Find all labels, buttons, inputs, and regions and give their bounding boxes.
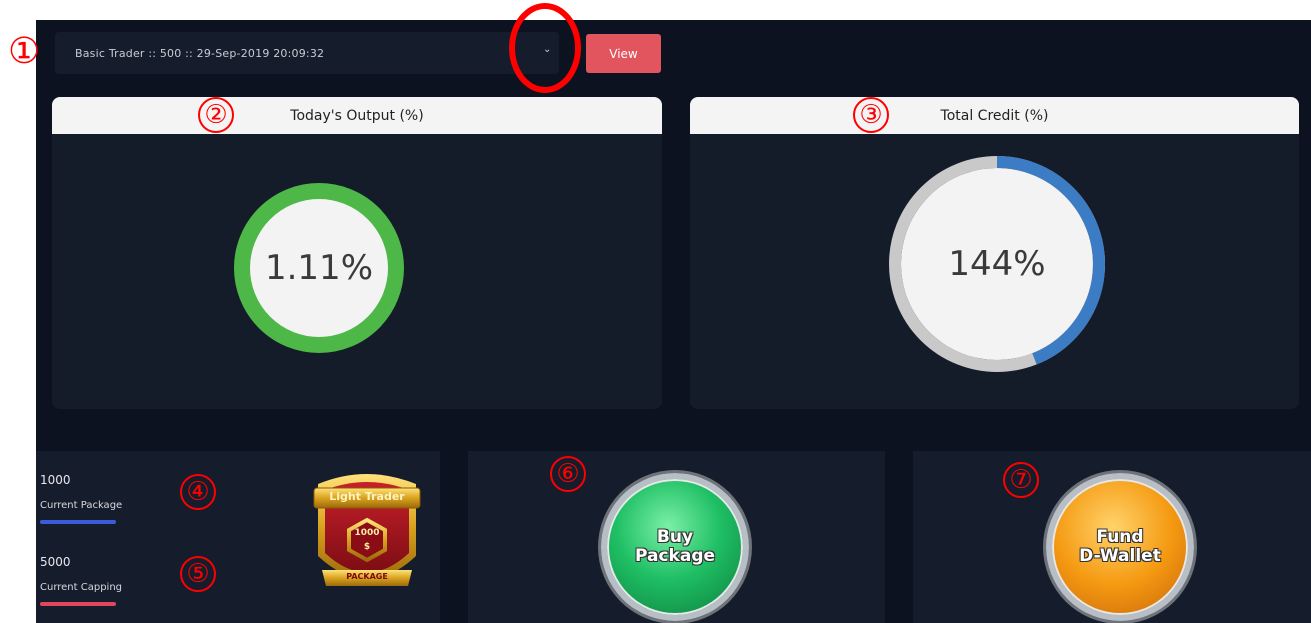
annotation-2: ② [198, 97, 234, 133]
todays-output-card: Today's Output (%) 1.11% [52, 97, 662, 409]
todays-output-value: 1.11% [264, 248, 373, 288]
package-select[interactable]: Basic Trader :: 500 :: 29-Sep-2019 20:09… [55, 32, 559, 74]
capping-bar [40, 602, 116, 606]
annotation-5: ⑤ [180, 556, 216, 592]
annotation-4: ④ [180, 474, 216, 510]
buy-package-button[interactable]: Buy Package [601, 473, 749, 621]
annotation-7: ⑦ [1003, 462, 1039, 498]
badge-footer: PACKAGE [346, 572, 388, 581]
annotation-1: ① [8, 31, 41, 72]
total-credit-value: 144% [948, 244, 1046, 284]
total-credit-card: Total Credit (%) 144% [690, 97, 1299, 409]
package-label: Current Package [40, 500, 123, 511]
badge-title: Light Trader [329, 490, 405, 503]
package-bar [40, 520, 116, 524]
total-credit-title: Total Credit (%) [940, 107, 1049, 124]
highlight-circle [509, 3, 581, 93]
fund-wallet-label: Fund D-Wallet [1079, 527, 1161, 566]
todays-output-title: Today's Output (%) [290, 107, 424, 124]
package-value: 1000 [40, 473, 71, 487]
badge-currency: $ [363, 542, 371, 552]
total-credit-header: Total Credit (%) [690, 97, 1299, 134]
view-button-label: View [609, 46, 638, 61]
todays-output-header: Today's Output (%) [52, 97, 662, 134]
capping-value: 5000 [40, 555, 71, 569]
view-button[interactable]: View [586, 34, 661, 73]
fund-wallet-button[interactable]: Fund D-Wallet [1046, 473, 1194, 621]
capping-label: Current Capping [40, 582, 123, 593]
buy-package-label: Buy Package [634, 527, 716, 566]
annotation-6: ⑥ [550, 456, 586, 492]
package-select-value: Basic Trader :: 500 :: 29-Sep-2019 20:09… [75, 46, 325, 60]
badge-amount: 1000 [354, 528, 380, 538]
annotation-3: ③ [853, 97, 889, 133]
